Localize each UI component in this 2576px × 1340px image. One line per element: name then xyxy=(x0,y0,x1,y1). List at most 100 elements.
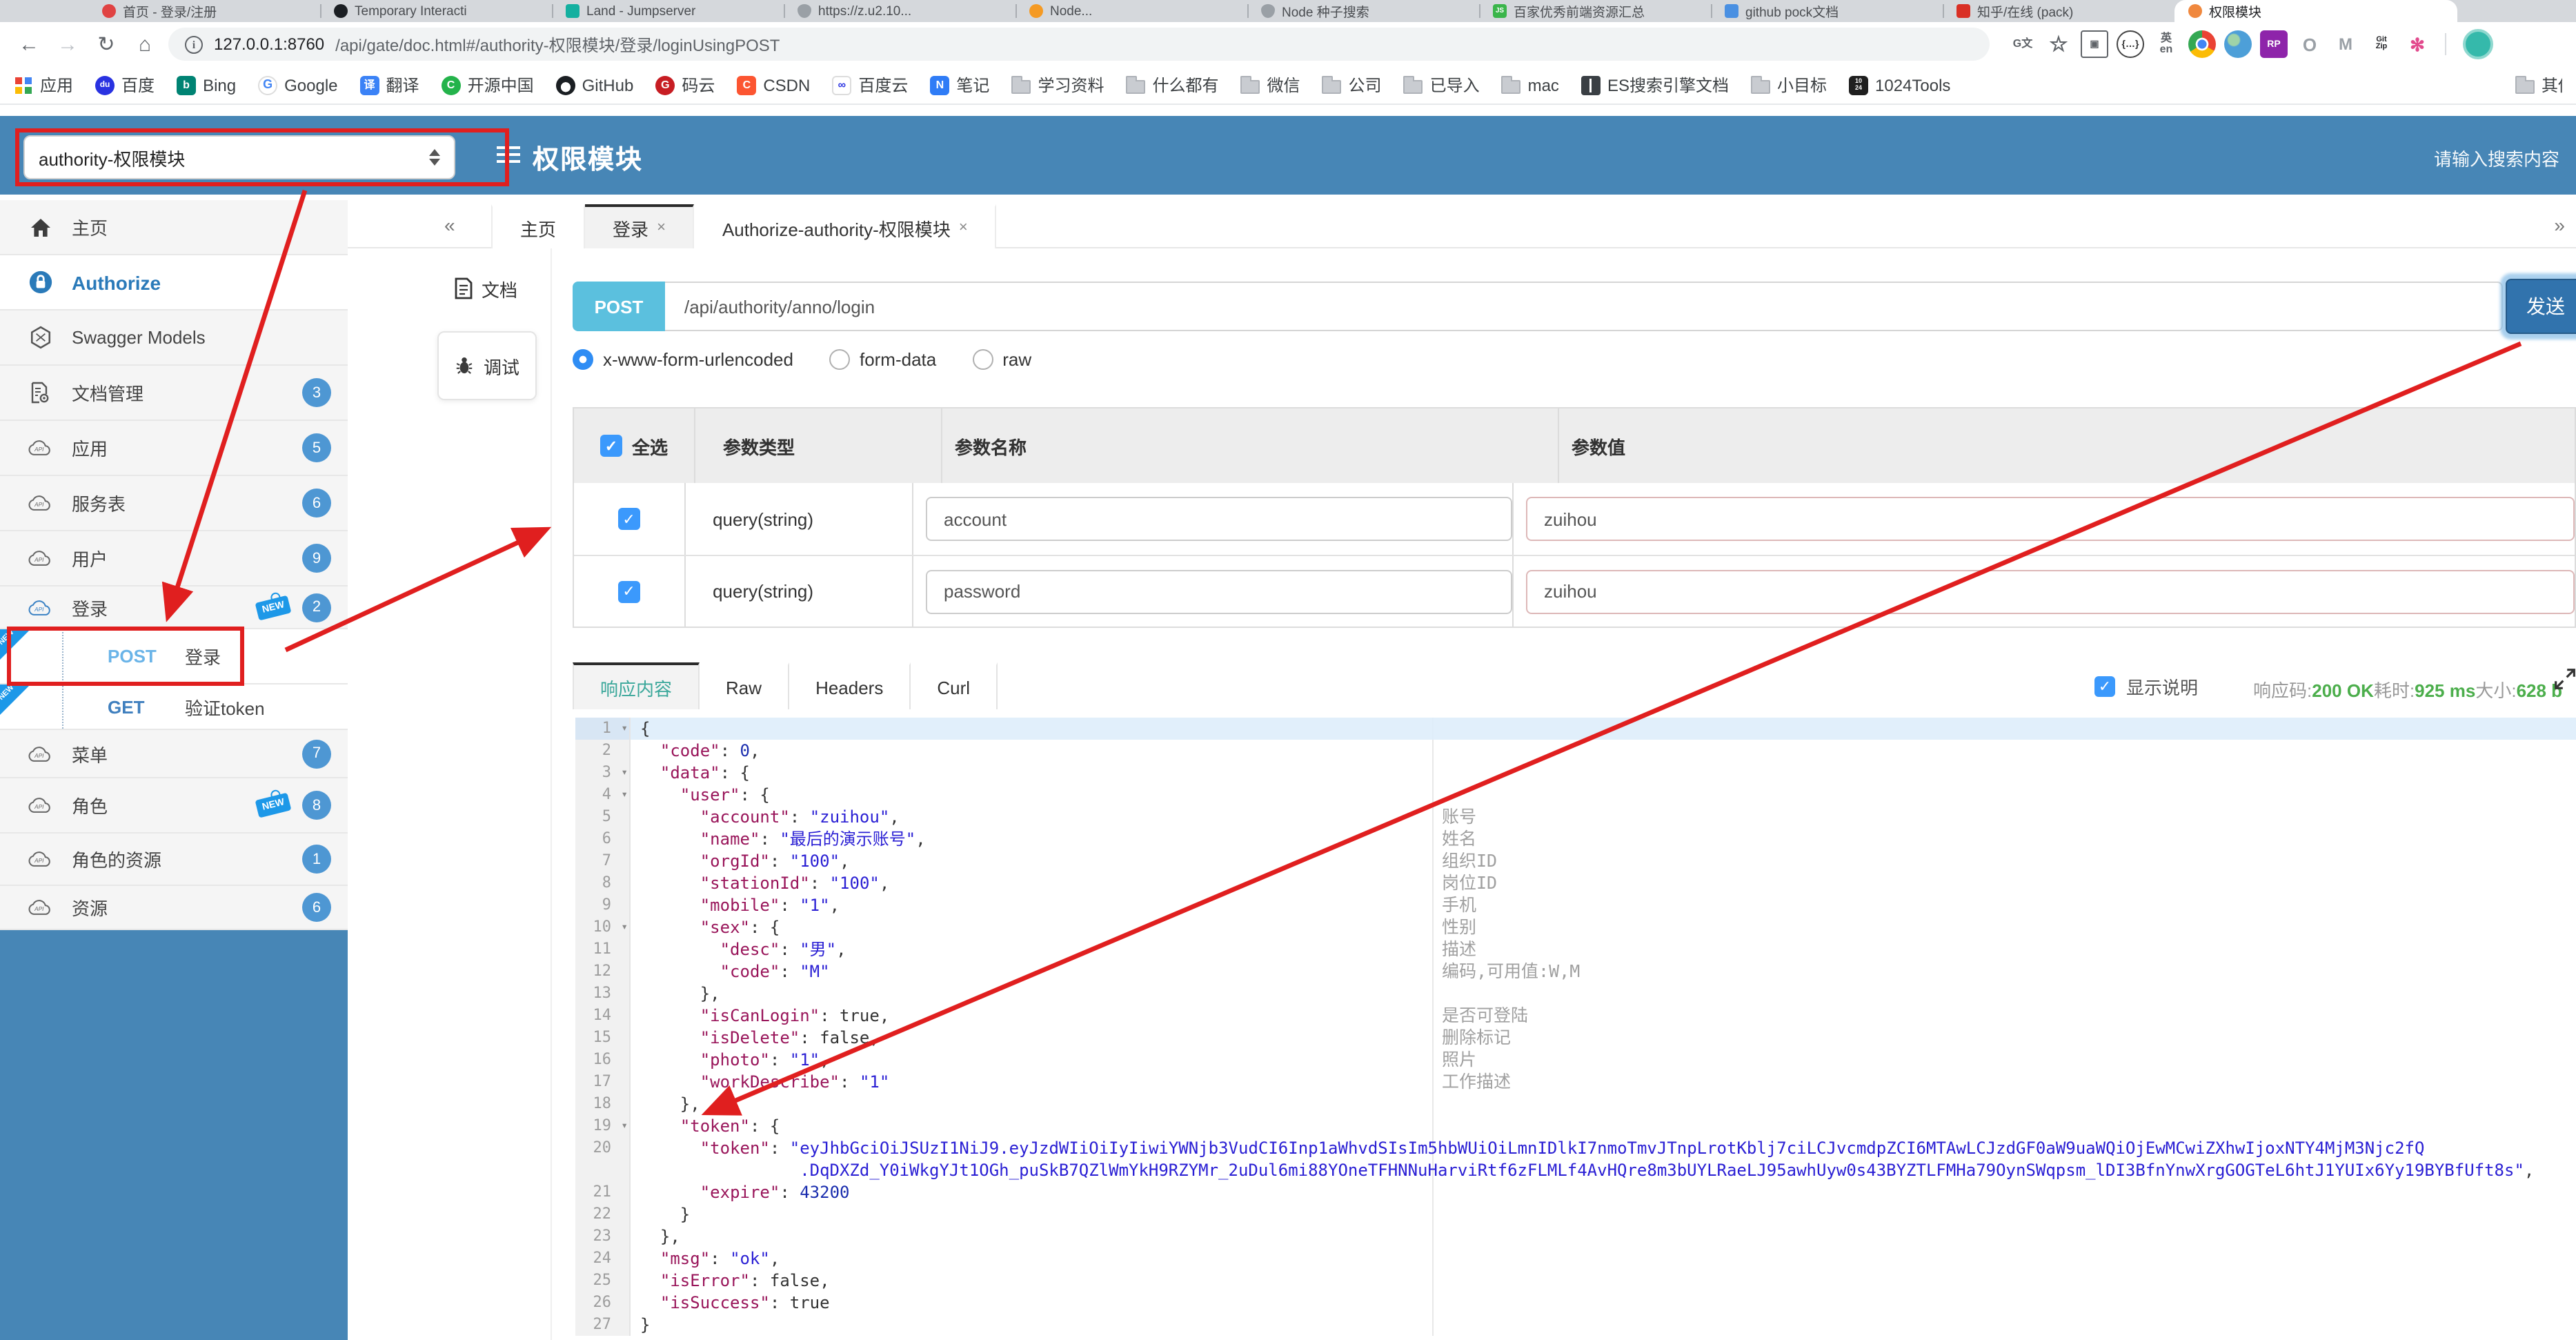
collapse-left-icon[interactable]: « xyxy=(444,214,455,236)
sidebar-item-角色的资源[interactable]: API 角色的资源 1 xyxy=(0,834,348,886)
fold-arrow-icon[interactable]: ▾ xyxy=(621,784,628,806)
json-icon[interactable]: {…} xyxy=(2117,30,2144,58)
close-icon[interactable]: × xyxy=(657,219,666,236)
bookmark-item[interactable]: C CSDN xyxy=(737,75,810,95)
param-checkbox[interactable]: ✓ xyxy=(617,508,640,530)
bookmark-item[interactable]: ES搜索引擎文档 xyxy=(1581,73,1729,97)
browser-tab[interactable]: 首页 - 登录/注册 xyxy=(88,0,320,22)
bookmark-item[interactable]: GitHub xyxy=(555,75,633,95)
param-checkbox[interactable]: ✓ xyxy=(617,580,640,602)
browser-tab[interactable]: 权限模块 xyxy=(2174,0,2457,22)
bookmark-item[interactable]: 10 24 1024Tools xyxy=(1849,75,1950,95)
address-bar[interactable]: i 127.0.0.1:8760/api/gate/doc.html#/auth… xyxy=(168,28,1990,61)
home-icon[interactable]: ⌂ xyxy=(130,29,160,59)
browser-tab[interactable]: Temporary Interacti xyxy=(320,0,552,22)
response-tab-Raw[interactable]: Raw xyxy=(700,662,790,709)
sidebar-item-用户[interactable]: API 用户 9 xyxy=(0,531,348,587)
search-input[interactable]: 请输入搜索内容 xyxy=(2434,145,2559,171)
bookmark-item[interactable]: 小目标 xyxy=(1750,73,1827,97)
gitzip-icon[interactable]: Git Zip xyxy=(2368,30,2395,58)
sidebar-item-主页[interactable]: 主页 xyxy=(0,200,348,255)
bookmark-item[interactable]: 学习资料 xyxy=(1011,73,1104,97)
sidebar-item-菜单[interactable]: API 菜单 7 xyxy=(0,730,348,778)
translate-icon[interactable]: G文 xyxy=(2009,30,2037,58)
browser-tab[interactable]: Node... xyxy=(1015,0,1247,22)
bookmark-item[interactable]: mac xyxy=(1501,75,1559,95)
en-translate-icon[interactable]: 英 en xyxy=(2152,30,2180,58)
forward-icon[interactable]: → xyxy=(52,29,83,59)
sidebar-item-角色[interactable]: API 角色 NEW 8 xyxy=(0,778,348,834)
bookmark-item[interactable]: 其他书签 xyxy=(2515,73,2562,97)
sidebar-item-资源[interactable]: API 资源 6 xyxy=(0,886,348,930)
fold-arrow-icon[interactable]: ▾ xyxy=(621,762,628,784)
bookmark-item[interactable]: du 百度 xyxy=(95,73,155,97)
browser-tab[interactable]: github pock文档 xyxy=(1711,0,1943,22)
rp-icon[interactable]: RP xyxy=(2260,30,2288,58)
bookmark-other-folder[interactable]: 其他书签 xyxy=(2515,73,2562,97)
bookmark-item[interactable]: C 开源中国 xyxy=(441,73,534,97)
doc-tab-主页[interactable]: 主页 xyxy=(491,204,586,248)
sidebar-item-post-登录[interactable]: NEW POST 登录 xyxy=(0,629,348,684)
globe-icon[interactable] xyxy=(2224,30,2252,58)
bookmark-item[interactable]: G Google xyxy=(258,75,338,95)
bookmark-item[interactable]: G 码云 xyxy=(655,73,715,97)
module-select[interactable]: authority-权限模块 xyxy=(23,135,455,179)
bookmark-item[interactable]: 译翻译 xyxy=(359,73,419,97)
param-value-input[interactable] xyxy=(1526,497,2575,541)
browser-tab[interactable]: https://z.u2.10... xyxy=(784,0,1015,22)
browser-tab[interactable]: Land - Jumpserver xyxy=(552,0,784,22)
body-type-radio-x-www-form-urlencoded[interactable]: x-www-form-urlencoded xyxy=(573,349,793,370)
tab-doc[interactable]: 文档 xyxy=(444,265,527,312)
sidebar-item-应用[interactable]: API 应用 5 xyxy=(0,421,348,476)
page-info-icon[interactable]: i xyxy=(185,35,203,53)
bookmark-item[interactable]: b Bing xyxy=(177,75,236,95)
sidebar-item-Swagger Models[interactable]: Swagger Models xyxy=(0,311,348,366)
browser-tab[interactable]: JS 百家优秀前端资源汇总 xyxy=(1479,0,1711,22)
asterisk-icon[interactable]: ✻ xyxy=(2404,30,2431,58)
show-description-toggle[interactable]: ✓ 显示说明 xyxy=(2094,673,2198,700)
browser-tab[interactable]: Node 种子搜索 xyxy=(1247,0,1479,22)
response-tab-Curl[interactable]: Curl xyxy=(911,662,998,709)
sidebar-item-Authorize[interactable]: Authorize xyxy=(0,255,348,311)
reload-icon[interactable]: ↻ xyxy=(91,29,121,59)
mget-icon[interactable]: M xyxy=(2332,30,2359,58)
param-name-input[interactable] xyxy=(926,497,1512,541)
send-button[interactable]: 发送 xyxy=(2506,279,2576,334)
fold-arrow-icon[interactable]: ▾ xyxy=(621,916,628,938)
doc-tab-登录[interactable]: 登录 × xyxy=(585,204,695,248)
profile-avatar[interactable] xyxy=(2463,29,2493,59)
tab-debug[interactable]: 调试 xyxy=(437,331,537,400)
hamburger-icon[interactable] xyxy=(497,146,520,164)
request-path-input[interactable] xyxy=(665,282,2503,331)
response-tab-Headers[interactable]: Headers xyxy=(789,662,911,709)
fold-arrow-icon[interactable]: ▾ xyxy=(621,1115,628,1137)
doc-tab-Authorize-authority-权限模块[interactable]: Authorize-authority-权限模块 × xyxy=(694,204,997,248)
browser-tab[interactable]: 知乎/在线 (pack) xyxy=(1943,0,2174,22)
chrome-icon[interactable] xyxy=(2188,30,2216,58)
octotree-icon[interactable]: O xyxy=(2296,30,2324,58)
bookmark-item[interactable]: 公司 xyxy=(1322,73,1382,97)
bookmark-item[interactable]: 已导入 xyxy=(1403,73,1480,97)
sidebar-item-登录[interactable]: API 登录 NEW 2 xyxy=(0,587,348,629)
sidebar-item-get-验证token[interactable]: NEW GET 验证token xyxy=(0,684,348,730)
response-tab-响应内容[interactable]: 响应内容 xyxy=(573,662,700,709)
collapse-right-icon[interactable]: » xyxy=(2554,214,2565,236)
back-icon[interactable]: ← xyxy=(14,29,44,59)
screenshot-icon[interactable]: ▣ xyxy=(2081,30,2108,58)
close-icon[interactable]: × xyxy=(959,219,968,236)
param-value-input[interactable] xyxy=(1526,569,2575,613)
param-name-input[interactable] xyxy=(926,569,1512,613)
bookmark-item[interactable]: 微信 xyxy=(1240,73,1300,97)
show-description-checkbox[interactable]: ✓ xyxy=(2094,676,2115,697)
response-json-editor[interactable]: 1 ▾{2 "code": 0, 3 ▾ "data": {4 ▾ "user": {5… xyxy=(575,718,2576,1340)
select-all-checkbox[interactable]: ✓ xyxy=(600,435,622,457)
bookmark-item[interactable]: 什么都有 xyxy=(1126,73,1219,97)
body-type-radio-raw[interactable]: raw xyxy=(972,349,1031,370)
sidebar-item-文档管理[interactable]: 文档管理 3 xyxy=(0,366,348,421)
bookmark-item[interactable]: ∞ 百度云 xyxy=(832,73,908,97)
star-icon[interactable]: ☆ xyxy=(2045,30,2072,58)
fold-arrow-icon[interactable]: ▾ xyxy=(621,718,628,740)
bookmark-item[interactable]: 应用 xyxy=(14,73,73,97)
bookmark-item[interactable]: N 笔记 xyxy=(930,73,989,97)
body-type-radio-form-data[interactable]: form-data xyxy=(829,349,936,370)
